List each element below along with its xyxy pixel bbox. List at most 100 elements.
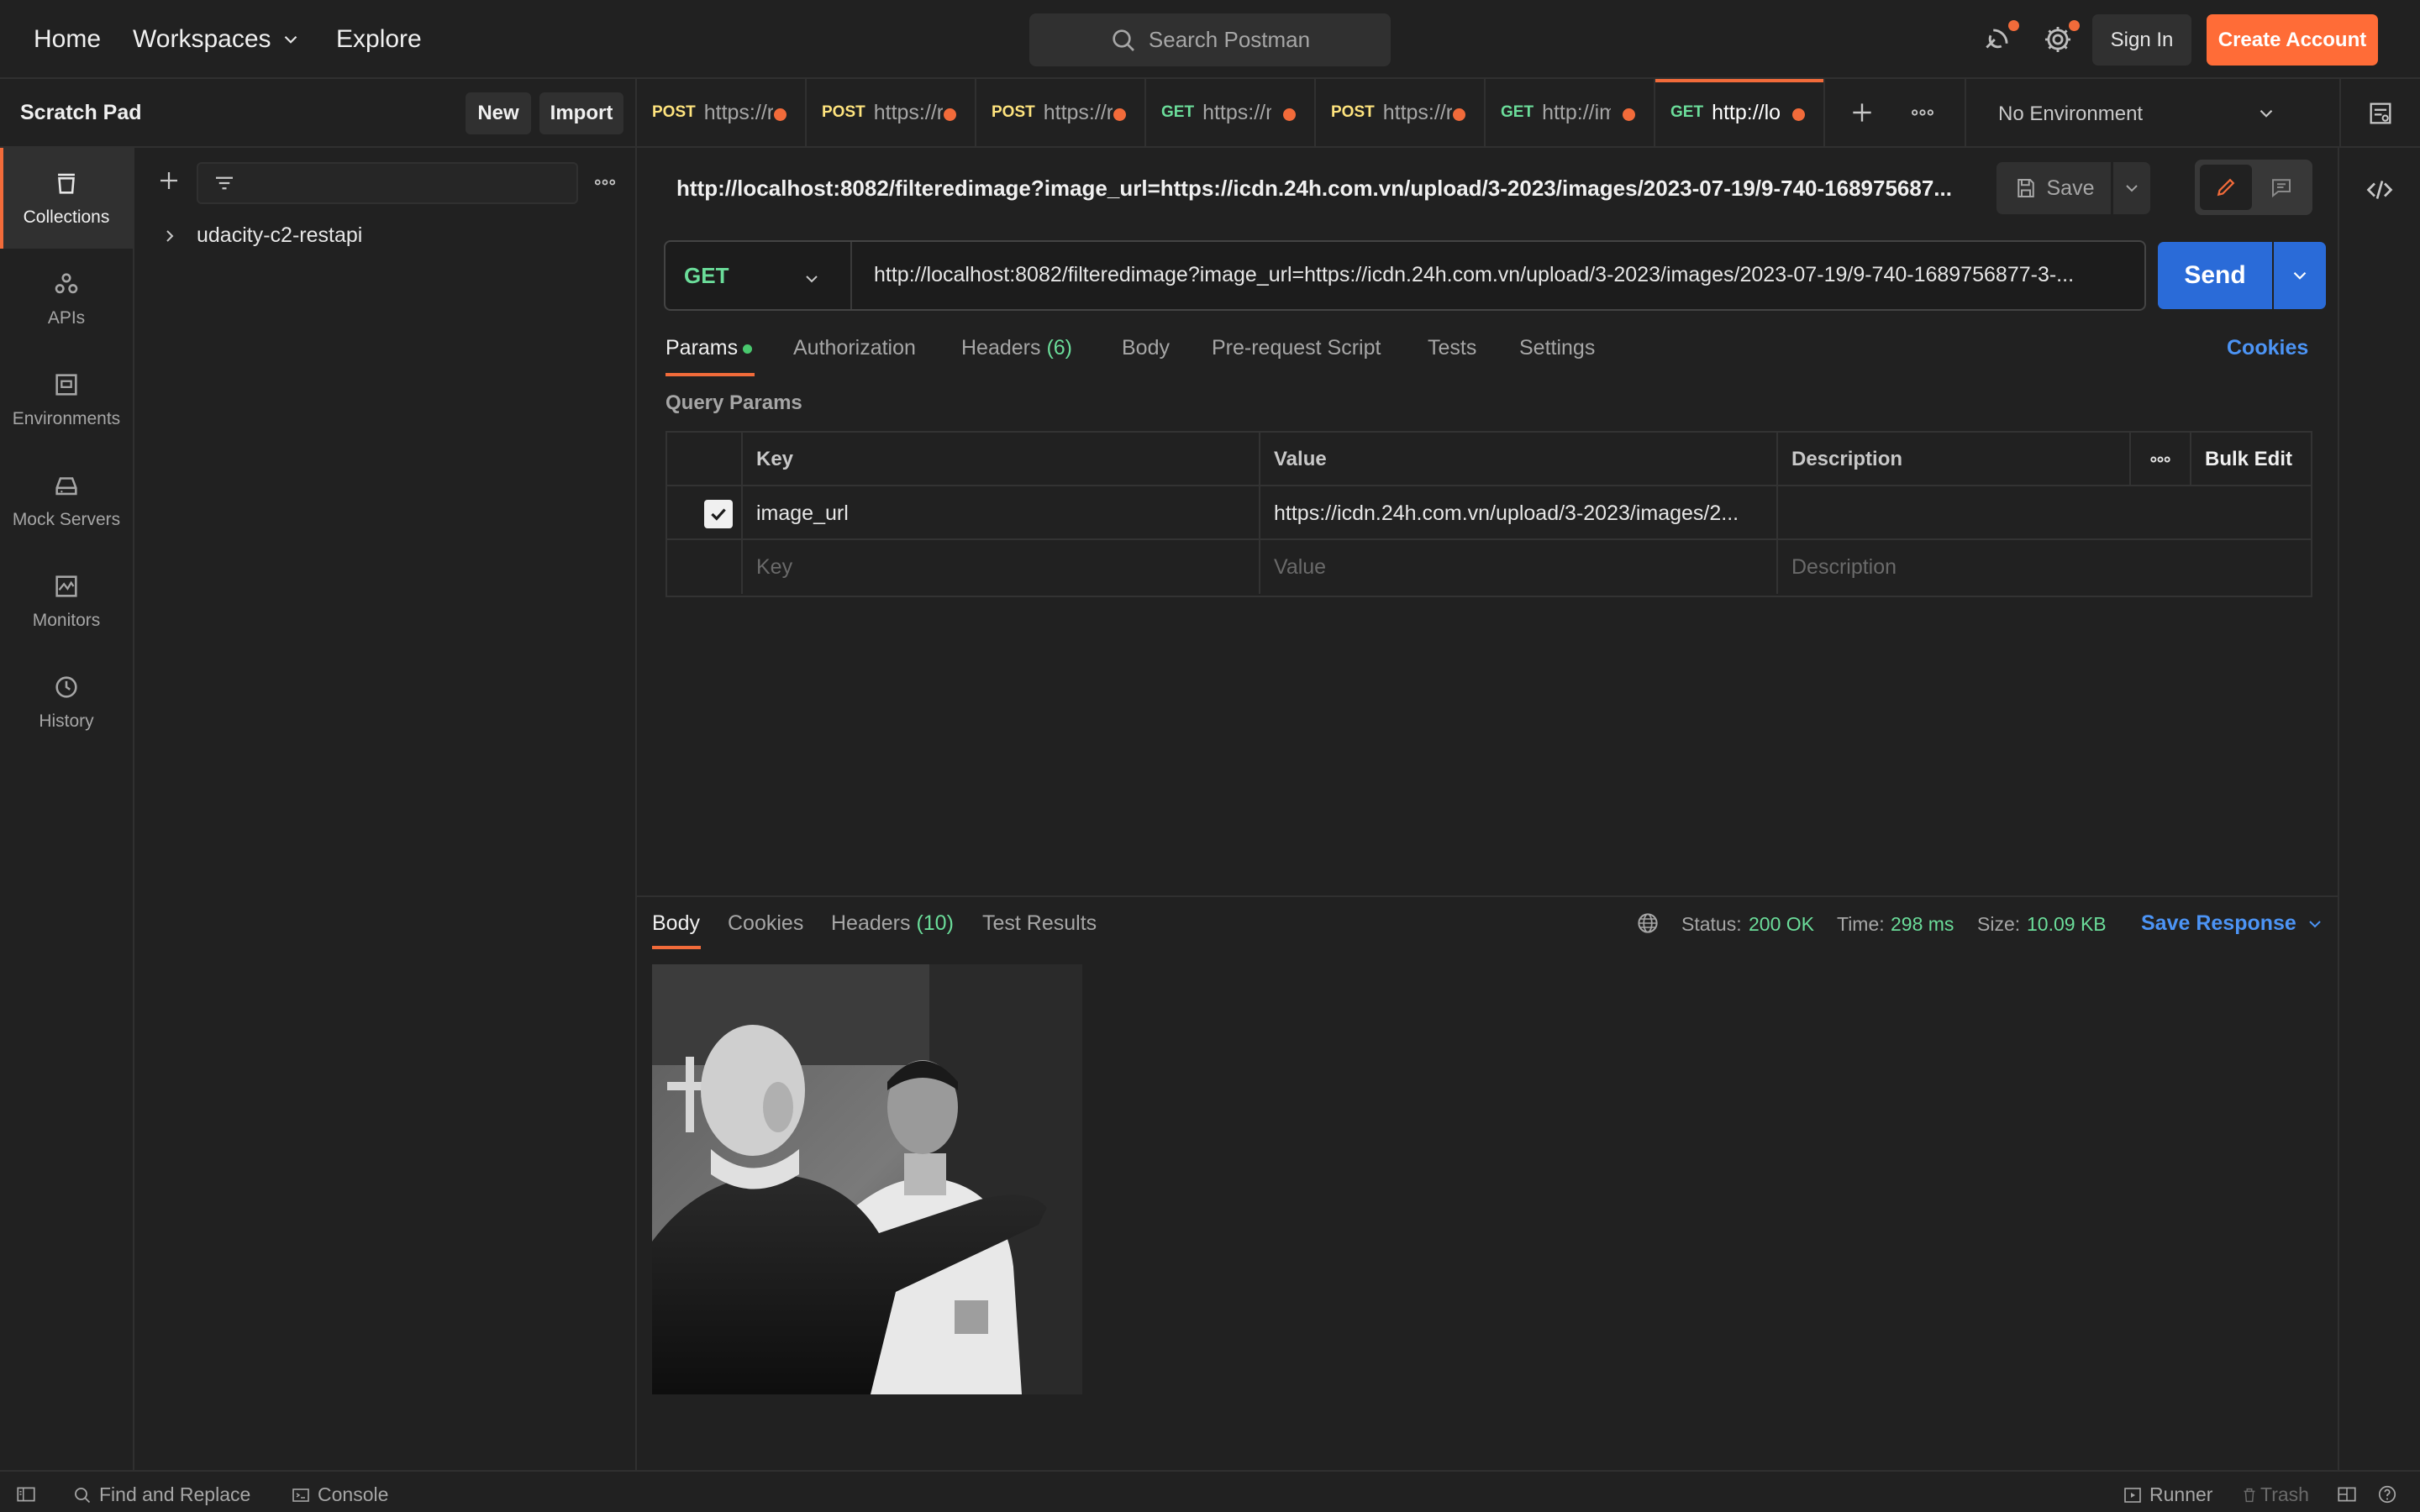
status-bar: Find and Replace Console Runner Trash <box>0 1470 2420 1512</box>
param-key[interactable]: image_url <box>743 486 1260 540</box>
runner-button[interactable]: Runner <box>2123 1483 2212 1506</box>
help-icon <box>2378 1485 2396 1504</box>
collections-filter-input[interactable] <box>197 162 578 204</box>
tab-method: GET <box>1670 103 1704 121</box>
toggle-sidebar-button[interactable] <box>15 1483 44 1505</box>
settings-notification-dot <box>2069 20 2080 31</box>
response-tab-body[interactable]: Body <box>652 911 700 936</box>
request-tab[interactable]: POST https://r <box>807 79 976 146</box>
help-button[interactable] <box>2376 1483 2405 1505</box>
collection-item[interactable]: udacity-c2-restapi <box>160 223 362 248</box>
request-tab[interactable]: POST https://r <box>976 79 1146 146</box>
sidebar-item-history[interactable]: History <box>0 652 133 753</box>
tab-body[interactable]: Body <box>1122 336 1170 360</box>
sidebar-item-environments[interactable]: Environments <box>0 349 133 450</box>
sidebar-item-collections[interactable]: Collections <box>0 148 133 249</box>
tab-params[interactable]: Params <box>666 336 738 360</box>
nav-explore[interactable]: Explore <box>336 25 422 54</box>
grayscale-photo <box>652 964 1082 1394</box>
response-divider[interactable] <box>637 895 2339 897</box>
key-placeholder[interactable]: Key <box>743 540 1260 594</box>
size-label: Size: <box>1977 913 2021 935</box>
param-description[interactable] <box>1778 486 2311 540</box>
environments-icon <box>55 374 77 396</box>
table-more-button[interactable] <box>2131 433 2191 486</box>
status-value[interactable]: 200 OK <box>1749 913 1814 936</box>
cookies-link[interactable]: Cookies <box>2227 336 2308 360</box>
sidebar-item-monitors[interactable]: Monitors <box>0 551 133 652</box>
description-placeholder[interactable]: Description <box>1778 540 2311 594</box>
column-header-description: Description <box>1778 433 2131 486</box>
add-collection-button[interactable] <box>156 168 182 193</box>
bulk-edit-button[interactable]: Bulk Edit <box>2191 433 2311 486</box>
time-label: Time: <box>1837 913 1885 935</box>
code-snippet-button[interactable] <box>2365 175 2395 205</box>
sign-in-button[interactable]: Sign In <box>2092 14 2191 66</box>
nav-home[interactable]: Home <box>34 25 101 54</box>
trash-button[interactable]: Trash <box>2240 1483 2309 1506</box>
two-pane-layout-icon <box>2338 1487 2356 1502</box>
find-and-replace-button[interactable]: Find and Replace <box>72 1483 250 1506</box>
import-button[interactable]: Import <box>539 92 623 134</box>
request-tab[interactable]: POST https://r <box>637 79 807 146</box>
pencil-icon <box>2217 178 2235 197</box>
console-button[interactable]: Console <box>291 1483 388 1506</box>
response-headers-label: Headers <box>831 911 911 935</box>
send-options-button[interactable] <box>2274 242 2326 309</box>
tab-tests[interactable]: Tests <box>1428 336 1476 360</box>
response-tab-headers[interactable]: Headers (10) <box>831 911 954 936</box>
tab-authorization[interactable]: Authorization <box>793 336 916 360</box>
request-tab[interactable]: GET http://ima <box>1486 79 1655 146</box>
tabs-more-button[interactable] <box>1909 99 1936 126</box>
search-input[interactable]: Search Postman <box>1029 13 1391 66</box>
plus-icon <box>160 172 177 189</box>
network-info-button[interactable] <box>1635 911 1660 936</box>
collections-panel: udacity-c2-restapi <box>134 148 637 1470</box>
method-select[interactable]: GET <box>666 242 852 309</box>
create-account-button[interactable]: Create Account <box>2207 14 2378 66</box>
chevron-down-icon <box>806 276 818 283</box>
response-tab-cookies[interactable]: Cookies <box>728 911 803 936</box>
tab-settings[interactable]: Settings <box>1519 336 1595 360</box>
request-title[interactable]: http://localhost:8082/filteredimage?imag… <box>676 176 1954 202</box>
tab-headers-label: Headers <box>961 336 1041 360</box>
save-response-button[interactable]: Save Response <box>2141 911 2325 936</box>
environment-quick-look-button[interactable] <box>2366 99 2395 128</box>
comment-mode-button[interactable] <box>2255 165 2307 210</box>
tab-pre-request-script[interactable]: Pre-request Script <box>1212 336 1381 360</box>
time-value[interactable]: 298 ms <box>1891 913 1954 936</box>
chevron-down-icon <box>2309 920 2321 927</box>
request-tab[interactable]: GET https://m <box>1146 79 1316 146</box>
send-button[interactable]: Send <box>2158 242 2272 309</box>
chevron-down-icon <box>2260 109 2273 118</box>
save-button[interactable]: Save <box>1996 162 2111 214</box>
sidebar-item-label: History <box>39 711 94 731</box>
table-row: image_url https://icdn.24h.com.vn/upload… <box>667 486 2311 540</box>
sidebar-item-apis[interactable]: APIs <box>0 249 133 349</box>
unsaved-dot <box>944 108 956 121</box>
layout-button[interactable] <box>2336 1483 2365 1505</box>
request-tab-active[interactable]: GET http://loc <box>1655 79 1825 146</box>
new-button[interactable]: New <box>466 92 531 134</box>
param-checkbox[interactable] <box>704 500 733 528</box>
tab-url: https://r <box>873 100 943 124</box>
tab-method: POST <box>822 103 865 121</box>
url-input[interactable]: http://localhost:8082/filteredimage?imag… <box>874 263 2126 287</box>
size-value[interactable]: 10.09 KB <box>2027 913 2107 936</box>
request-tab[interactable]: POST https://r <box>1316 79 1486 146</box>
edit-mode-button[interactable] <box>2200 165 2252 210</box>
sidebar-item-label: APIs <box>47 308 86 328</box>
sidebar-item-mock-servers[interactable]: Mock Servers <box>0 450 133 551</box>
environment-quick-look-icon <box>2370 102 2391 124</box>
tab-headers[interactable]: Headers (6) <box>961 336 1072 360</box>
save-options-button[interactable] <box>2113 162 2150 214</box>
param-value[interactable]: https://icdn.24h.com.vn/upload/3-2023/im… <box>1260 486 1778 540</box>
runner-label: Runner <box>2149 1483 2213 1505</box>
search-icon <box>1113 29 1134 51</box>
environment-select[interactable]: No Environment <box>1966 79 2302 146</box>
response-tab-test-results[interactable]: Test Results <box>982 911 1097 936</box>
nav-workspaces[interactable]: Workspaces <box>133 25 302 54</box>
collections-more-button[interactable] <box>592 170 618 195</box>
value-placeholder[interactable]: Value <box>1260 540 1778 594</box>
new-tab-button[interactable] <box>1849 99 1876 126</box>
